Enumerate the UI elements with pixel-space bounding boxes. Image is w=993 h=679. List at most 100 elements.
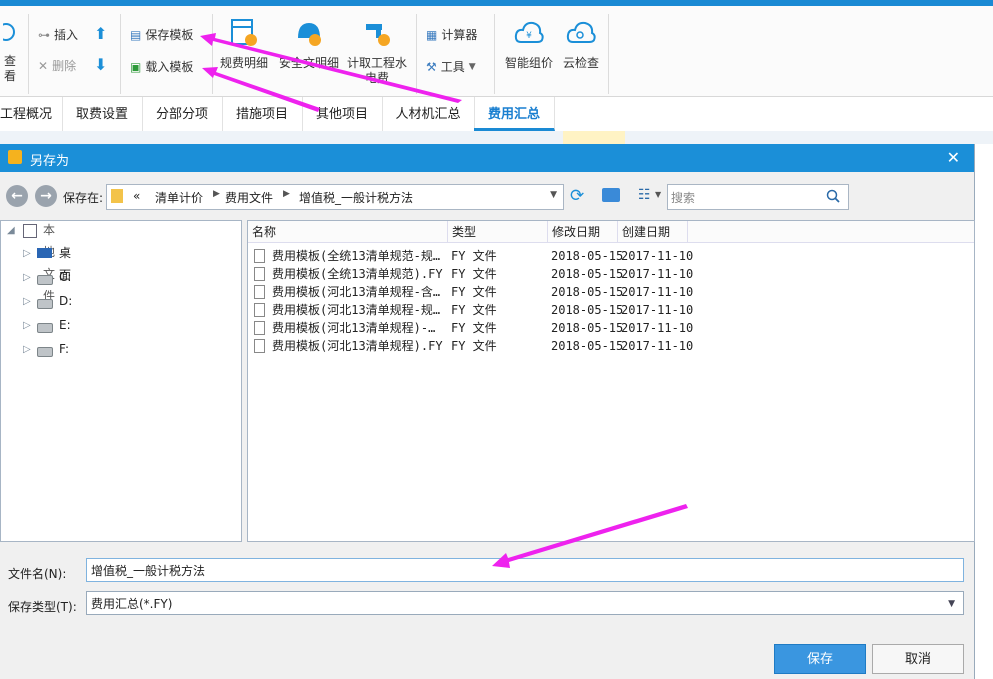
filename-input[interactable]: 增值税_一般计税方法 [86,558,964,582]
path-breadcrumb[interactable]: « 清单计价 ▶ 费用文件 ▶ 增值税_一般计税方法 ▼ [106,184,564,210]
file-modified: 2018-05-15 [551,321,624,335]
column-header-name[interactable]: 名称 [248,221,448,243]
tree-item-label: C: [59,270,72,284]
file-created: 2017-11-10 [621,321,694,335]
cancel-button[interactable]: 取消 [872,644,964,674]
fee-detail-label: 规费明细 [219,56,268,70]
cloud-price-icon: ¥ [514,21,544,43]
expand-arrow-icon[interactable]: ▷ [23,267,31,289]
tab-fee-settings[interactable]: 取费设置 [62,97,143,131]
tab-project-overview[interactable]: 工程概况 [0,97,63,131]
file-modified: 2018-05-15 [551,267,624,281]
file-row[interactable]: 费用模板(河北13清单规程)-… FY 文件 2018-05-15 2017-11-1… [248,319,974,337]
collapse-arrow-icon[interactable]: ◢ [7,220,15,242]
column-header-created[interactable]: 创建日期 [618,221,688,243]
expand-arrow-icon[interactable]: ▷ [23,315,31,337]
tab-fee-summary[interactable]: 费用汇总 [474,97,555,131]
dialog-title-bar: 另存为 ✕ [0,144,974,172]
view-icon [0,23,15,41]
column-header-type[interactable]: 类型 [448,221,548,243]
load-template-button[interactable]: ▣ 载入模板 [130,58,193,75]
tab-labor-material-summary[interactable]: 人材机汇总 [382,97,475,131]
column-header-label: 创建日期 [622,225,671,239]
back-arrow-icon: ← [11,188,23,204]
save-in-label: 保存在: [63,191,104,205]
calculator-label: 计算器 [441,28,478,42]
file-created: 2017-11-10 [621,249,694,263]
expand-arrow-icon[interactable]: ▷ [23,339,31,361]
breadcrumb-overflow[interactable]: « [133,189,140,203]
file-created: 2017-11-10 [621,267,694,281]
view-dropdown-icon[interactable]: ▼ [655,190,661,199]
filetype-select[interactable]: 费用汇总(*.FY) ▼ [86,591,964,615]
move-up-button[interactable]: ⬆ [94,24,107,43]
column-header-modified[interactable]: 修改日期 [548,221,618,243]
fee-detail-button[interactable]: 规费明细 [216,18,272,71]
save-template-button[interactable]: ▤ 保存模板 [130,26,193,43]
tab-label: 取费设置 [75,107,128,122]
file-type: FY 文件 [451,303,497,317]
file-modified: 2018-05-15 [551,249,624,263]
save-button-label: 保存 [806,652,833,667]
search-icon[interactable] [826,189,840,203]
chevron-down-icon[interactable]: ▼ [550,190,557,200]
tools-button[interactable]: ⚒ 工具 ▼ [426,58,476,75]
calculator-button[interactable]: ▦ 计算器 [426,26,477,43]
civil-fee-label: 安全文明细 [278,56,339,70]
insert-button[interactable]: ⊶ 插入 [38,26,78,43]
save-template-label: 保存模板 [145,28,194,42]
file-name: 费用模板(河北13清单规程-含… [272,285,441,299]
tools-icon: ⚒ [426,59,437,74]
column-header-label: 名称 [252,225,277,239]
app-icon [8,150,22,164]
delete-icon: ✕ [38,58,49,73]
tree-item-label: E: [59,318,71,332]
column-header-filler [688,221,974,243]
close-icon[interactable]: ✕ [947,148,960,167]
smart-price-button[interactable]: ¥ 智能组价 [500,18,558,71]
file-type: FY 文件 [451,321,497,335]
column-header-label: 类型 [452,225,477,239]
search-placeholder: 搜索 [671,191,696,205]
save-template-icon: ▤ [130,27,142,42]
forward-button[interactable]: → [35,185,57,207]
save-options: 文件名(N): 增值税_一般计税方法 保存类型(T): 费用汇总(*.FY) ▼… [0,550,974,679]
tab-other-items[interactable]: 其他项目 [302,97,383,131]
civil-fee-button[interactable]: 安全文明细 [276,18,342,71]
view-options-icon[interactable]: ☷ [638,187,651,203]
file-row[interactable]: 费用模板(河北13清单规程).FY FY 文件 2018-05-15 2017-11-… [248,337,974,355]
file-row[interactable]: 费用模板(河北13清单规程-规… FY 文件 2018-05-15 2017-11-1… [248,301,974,319]
breadcrumb-item[interactable]: 费用文件 [225,189,273,206]
tab-measures[interactable]: 措施项目 [222,97,303,131]
background-grid [975,144,993,679]
delete-button[interactable]: ✕ 删除 [38,57,76,74]
expand-arrow-icon[interactable]: ▷ [23,291,31,313]
file-row[interactable]: 费用模板(全统13清单规范).FY FY 文件 2018-05-15 2017-11-… [248,265,974,283]
view-button[interactable]: 查看 [0,20,20,84]
column-header-label: 修改日期 [552,225,601,239]
save-button[interactable]: 保存 [774,644,866,674]
grid-header-strip [0,131,993,145]
module-tabs: 工程概况 取费设置 分部分项 措施项目 其他项目 人材机汇总 费用汇总 [0,97,993,132]
cloud-check-button[interactable]: 云检查 [558,18,604,71]
svg-text:¥: ¥ [526,31,532,41]
file-row[interactable]: 费用模板(河北13清单规程-含… FY 文件 2018-05-15 2017-11-1… [248,283,974,301]
ribbon-toolbar: 查看 ⊶ 插入 ✕ 删除 ⬆ ⬇ ▤ 保存模板 ▣ 载入模板 规费明细 安全文明… [0,6,993,97]
file-icon [254,303,265,317]
file-name: 费用模板(河北13清单规程-规… [272,303,441,317]
breadcrumb-separator-icon: ▶ [283,189,290,199]
refresh-icon[interactable]: ⟳ [570,186,584,206]
breadcrumb-item[interactable]: 增值税_一般计税方法 [299,189,413,206]
file-row[interactable]: 费用模板(全统13清单规范-规… FY 文件 2018-05-15 2017-11-1… [248,247,974,265]
search-input[interactable]: 搜索 [667,184,849,210]
chevron-down-icon[interactable]: ▼ [948,592,955,616]
breadcrumb-item[interactable]: 清单计价 [155,189,203,206]
file-created: 2017-11-10 [621,339,694,353]
new-folder-icon[interactable] [602,188,620,202]
tab-sub-items[interactable]: 分部分项 [142,97,223,131]
expand-arrow-icon[interactable]: ▷ [23,243,31,265]
back-button[interactable]: ← [6,185,28,207]
forward-arrow-icon: → [40,188,52,204]
move-down-button[interactable]: ⬇ [94,55,107,74]
water-electric-button[interactable]: 计取工程水电费 [344,18,410,86]
